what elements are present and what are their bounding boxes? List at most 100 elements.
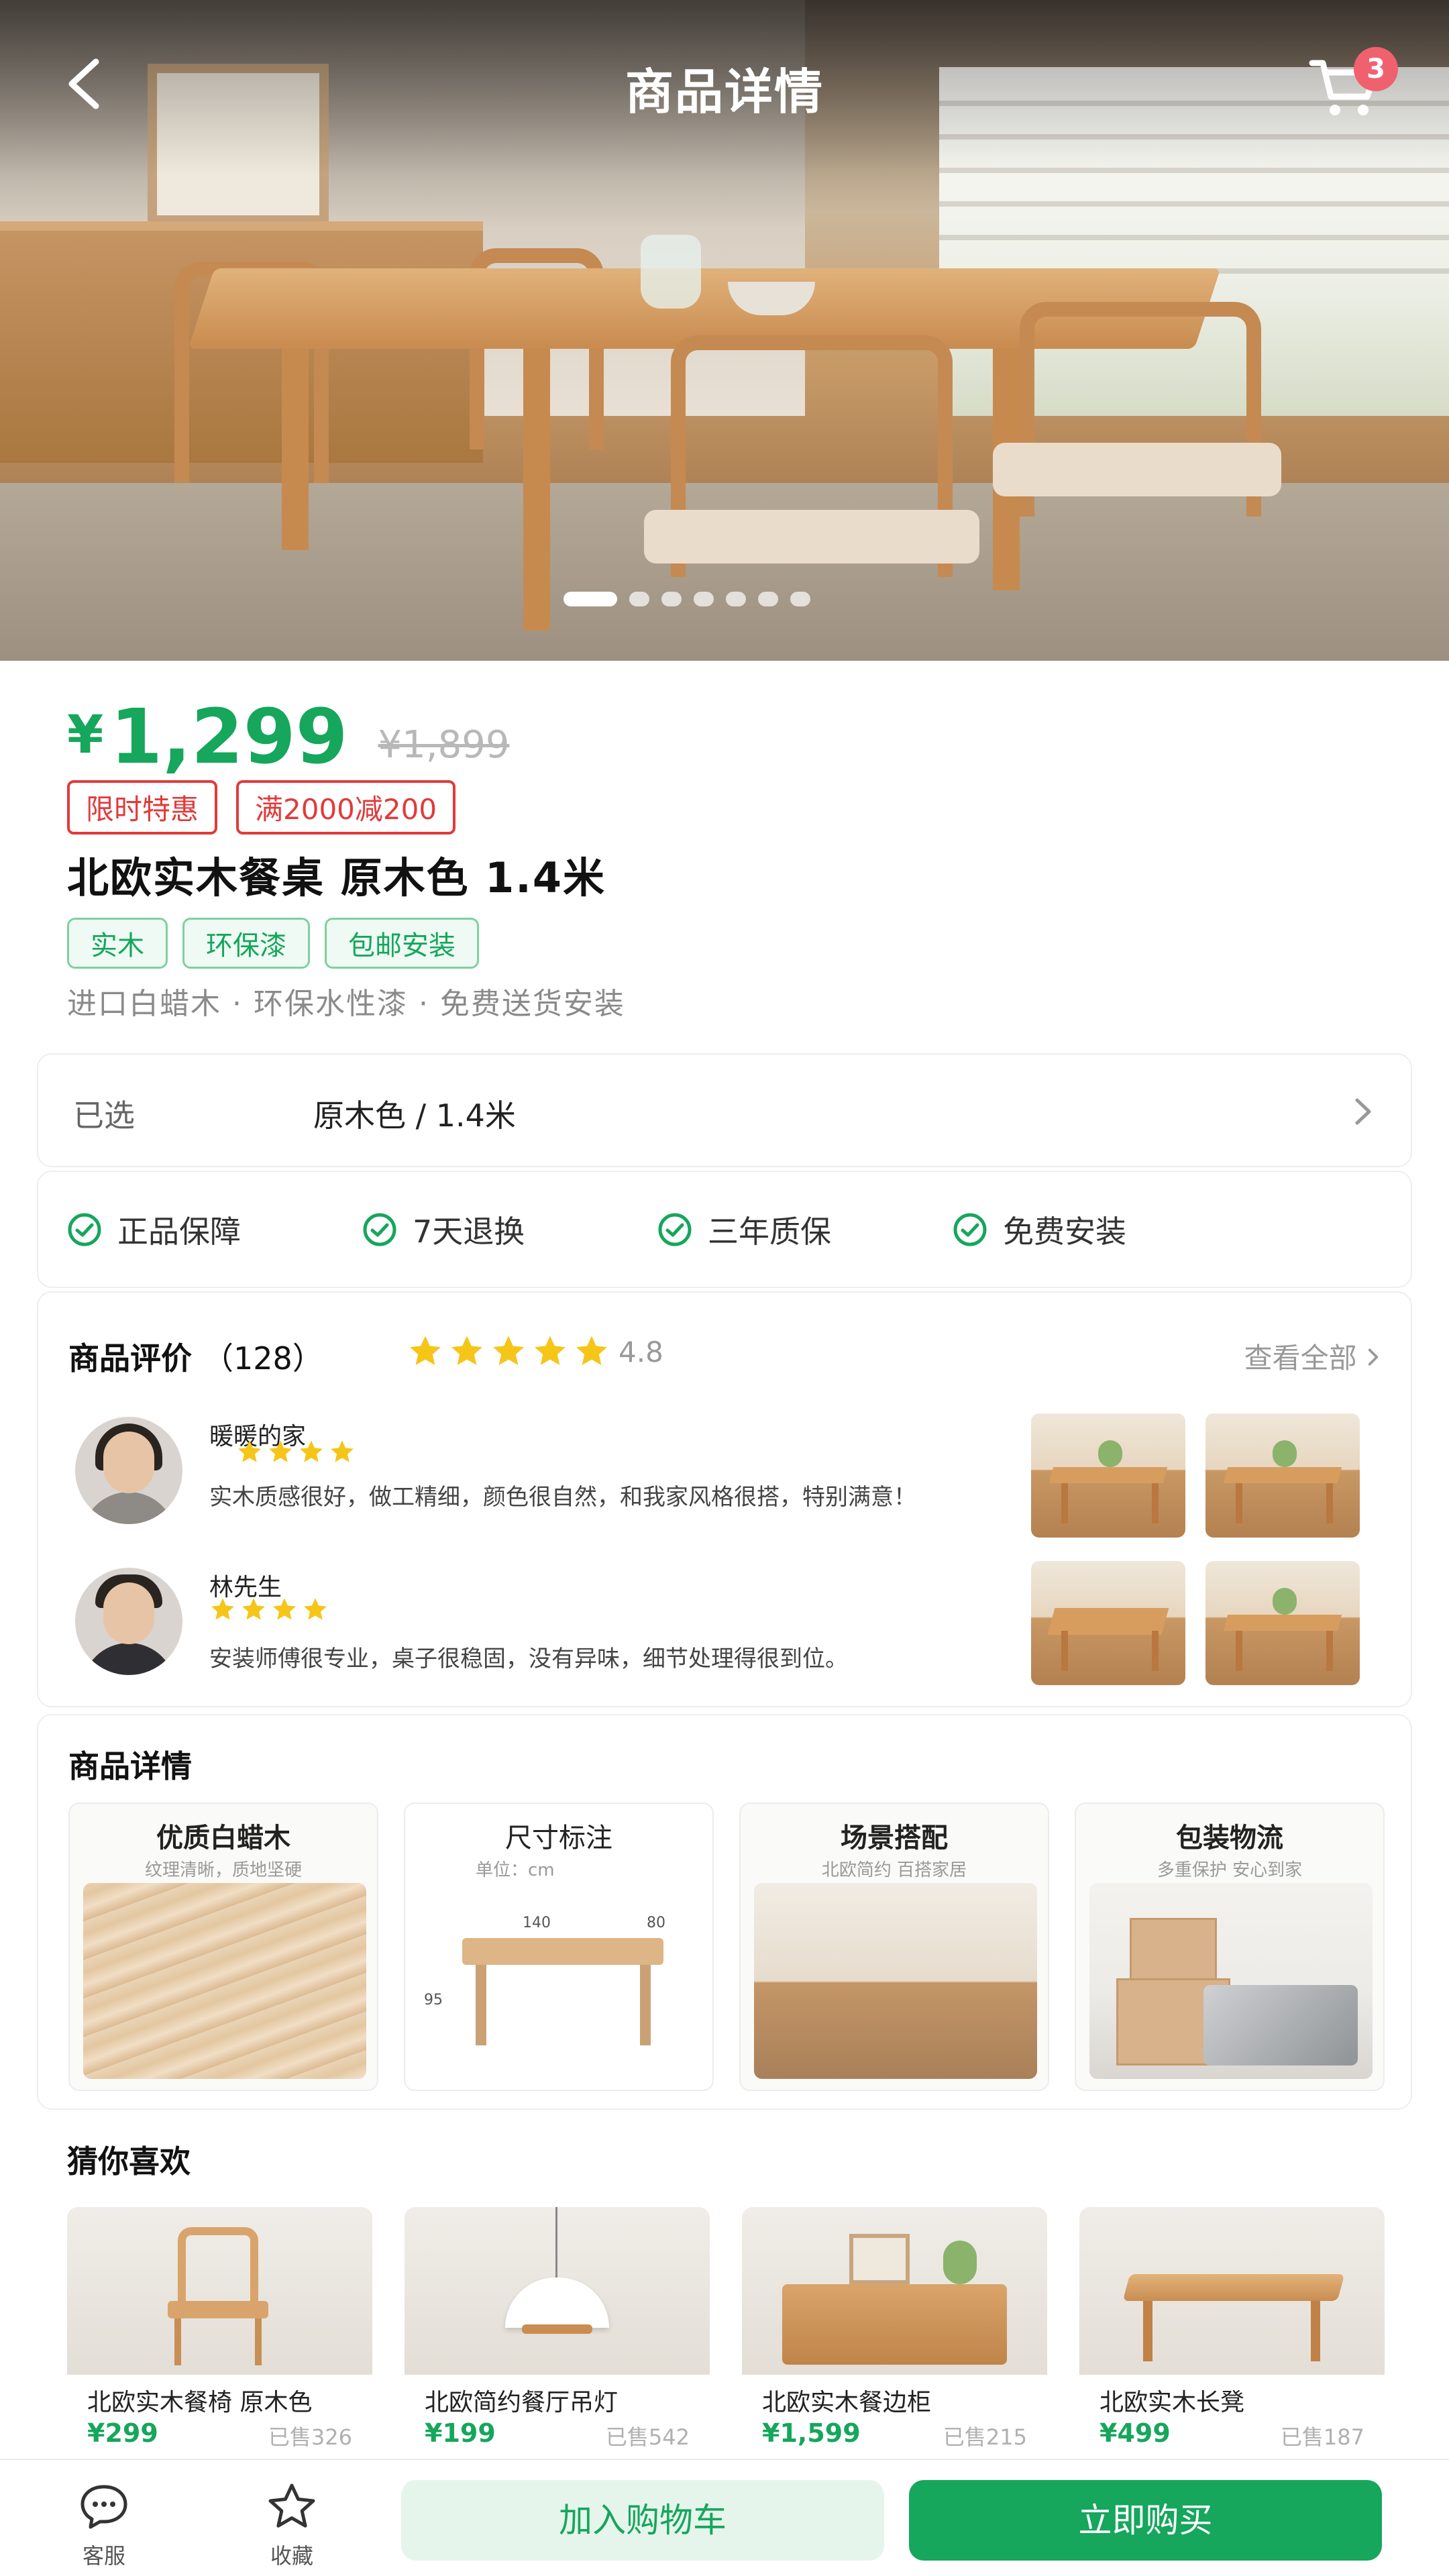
review-photo[interactable] [1205, 1561, 1360, 1685]
detail-card-scene[interactable]: 场景搭配 北欧简约 百搭家居 [739, 1803, 1049, 2091]
chair-leg-shape [174, 2318, 181, 2365]
star-icon [269, 1440, 292, 1462]
carousel-dot-active[interactable] [564, 592, 617, 606]
package-wrap [1203, 1985, 1358, 2065]
recommend-item[interactable]: 北欧实木餐边柜 ¥1,599 已售215 [742, 2207, 1047, 2462]
detail-card-dimensions[interactable]: 尺寸标注 单位：cm 140 80 95 [404, 1803, 714, 2091]
current-price: 1,299 [110, 694, 348, 781]
avatar [75, 1568, 182, 1675]
chevron-right-icon [1355, 1098, 1371, 1125]
review-photo[interactable] [1031, 1561, 1185, 1685]
carousel-dot[interactable] [758, 592, 778, 606]
thumb-leg [1061, 1483, 1068, 1523]
chair-leg-shape [255, 2318, 262, 2365]
check-circle-icon [68, 1213, 101, 1246]
product-details-section: 商品详情 优质白蜡木 纹理清晰，质地坚硬 尺寸标注 单位：cm 140 80 9… [37, 1714, 1412, 2110]
guarantee-label: 7天退换 [413, 1213, 525, 1250]
review-photo[interactable] [1031, 1413, 1185, 1538]
thumb-leg [1061, 1631, 1068, 1671]
chevron-right-icon [1368, 1348, 1379, 1366]
review-photo[interactable] [1205, 1413, 1360, 1538]
cabinet-shape [782, 2284, 1007, 2365]
thumb-leg [1326, 1483, 1333, 1523]
star-icon [242, 1598, 265, 1620]
recommend-item[interactable]: 北欧实木长凳 ¥499 已售187 [1079, 2207, 1385, 2462]
review-text: 实木质感很好，做工精细，颜色很自然，和我家风格很搭，特别满意！ [209, 1484, 916, 1511]
thumb-leg [1326, 1631, 1333, 1671]
carousel-dot[interactable] [726, 592, 746, 606]
star-icon [576, 1336, 607, 1365]
detail-heading: 包装物流 [1176, 1823, 1283, 1854]
check-circle-icon [363, 1213, 396, 1246]
carousel-dot[interactable] [790, 592, 810, 606]
recommend-name: 北欧实木长凳 [1099, 2389, 1245, 2416]
hero-vase [641, 235, 701, 309]
reviews-section: 商品评价 （128） 4.8 查看全部 暖暖的家 实木质感很好，做工精细，颜色很… [37, 1291, 1412, 1707]
hero-table-leg [282, 349, 309, 550]
dimension-table-leg [640, 1965, 651, 2045]
recommend-item[interactable]: 北欧实木餐椅 原木色 ¥299 已售326 [67, 2207, 372, 2462]
lamp-rim-shape [522, 2324, 592, 2334]
detail-subtitle: 纹理清晰，质地坚硬 [144, 1860, 302, 1880]
product-tag: 环保漆 [182, 918, 310, 969]
carousel-dot[interactable] [694, 592, 714, 606]
detail-heading: 场景搭配 [841, 1823, 948, 1854]
chair-back-shape [178, 2227, 258, 2301]
review-item[interactable]: 林先生 安装师傅很专业，桌子很稳固，没有异味，细节处理得很到位。 [75, 1568, 1014, 1688]
thumb-leg [1152, 1631, 1159, 1671]
guarantee-item: 免费安装 [952, 1208, 1247, 1252]
wood-texture-image [83, 1883, 366, 2079]
cart-count-badge: 3 [1354, 47, 1398, 91]
hero-table-leg [523, 349, 550, 631]
hero-blind [939, 235, 1449, 240]
avatar-body [82, 1643, 176, 1675]
check-circle-icon [953, 1213, 987, 1246]
chat-icon [80, 2485, 127, 2529]
detail-heading: 尺寸标注 [505, 1823, 612, 1854]
dimension-table-top [462, 1938, 663, 1965]
hero-chair-seat [993, 443, 1281, 496]
currency-symbol: ¥ [67, 705, 104, 765]
plant-shape [943, 2241, 977, 2284]
bottom-action-bar: 客服 收藏 加入购物车 立即购买 [0, 2459, 1449, 2576]
carousel-dot[interactable] [629, 592, 649, 606]
recommend-price: ¥1,599 [762, 2418, 861, 2448]
star-icon [300, 1440, 323, 1462]
star-icon [273, 1598, 296, 1620]
detail-card-packaging[interactable]: 包装物流 多重保护 安心到家 [1075, 1803, 1385, 2091]
view-all-reviews-link[interactable]: 查看全部 [1244, 1336, 1381, 1377]
recommend-price: ¥499 [1099, 2418, 1171, 2448]
promo-badge: 限时特惠 [67, 780, 218, 835]
star-icon [493, 1336, 524, 1365]
bench-leg-shape [1143, 2301, 1152, 2361]
review-item[interactable]: 暖暖的家 实木质感很好，做工精细，颜色很自然，和我家风格很搭，特别满意！ [75, 1417, 1014, 1538]
guarantee-item: 7天退换 [362, 1208, 657, 1252]
add-to-cart-button[interactable]: 加入购物车 [401, 2480, 884, 2561]
star-icon [304, 1598, 327, 1620]
carousel-indicator [564, 592, 892, 612]
star-icon [535, 1336, 566, 1365]
favorite-button[interactable]: 收藏 [238, 2480, 345, 2570]
spec-selector[interactable]: 已选 原木色 / 1.4米 [37, 1053, 1412, 1167]
recommend-price: ¥299 [87, 2418, 158, 2448]
recommend-item[interactable]: 北欧简约餐厅吊灯 ¥199 已售542 [405, 2207, 710, 2462]
recommend-name: 北欧实木餐边柜 [762, 2389, 932, 2416]
recommend-sold: 已售215 [943, 2424, 1027, 2450]
promo-badge: 满2000减200 [236, 780, 456, 835]
rating-stars [407, 1333, 610, 1369]
details-grid: 优质白蜡木 纹理清晰，质地坚硬 尺寸标注 单位：cm 140 80 95 场景搭… [68, 1803, 1385, 2091]
star-outline-icon [268, 2483, 315, 2528]
carousel-dot[interactable] [661, 592, 682, 606]
recommend-name: 北欧实木餐椅 原木色 [87, 2389, 313, 2416]
hero-blind [939, 201, 1449, 207]
customer-service-button[interactable]: 客服 [50, 2480, 158, 2570]
avatar-body [82, 1492, 176, 1524]
product-tag: 包邮安装 [325, 918, 479, 969]
detail-card-material[interactable]: 优质白蜡木 纹理清晰，质地坚硬 [68, 1803, 378, 2091]
guarantee-label: 免费安装 [1003, 1213, 1126, 1250]
reviews-title: 商品评价 （128） [68, 1334, 323, 1379]
dimension-width: 80 [647, 1915, 665, 1931]
buy-now-button[interactable]: 立即购买 [909, 2480, 1382, 2561]
thumb-tabletop [1223, 1615, 1342, 1631]
frame-shape [849, 2234, 910, 2284]
